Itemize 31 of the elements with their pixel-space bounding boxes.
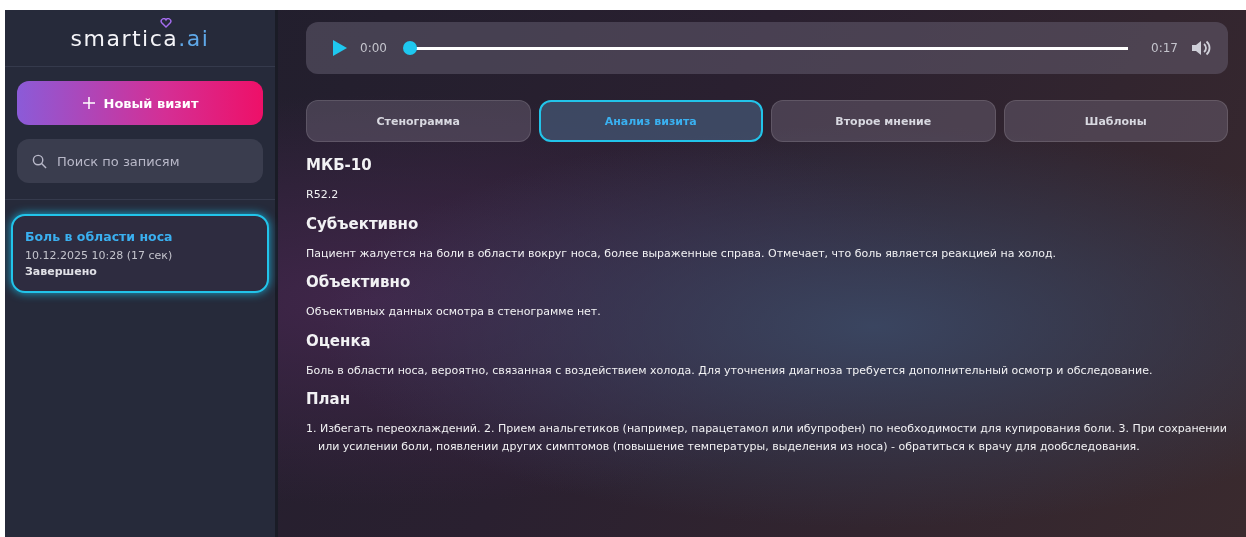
new-visit-button[interactable]: Новый визит <box>17 81 263 125</box>
section-heading: Оценка <box>306 331 372 350</box>
visit-date: 10.12.2025 10:28 (17 сек) <box>25 249 174 262</box>
tab[interactable]: Шаблоны <box>1003 100 1228 142</box>
heart-icon <box>159 17 172 28</box>
section-heading: МКБ-10 <box>306 156 373 174</box>
tab[interactable]: Стенограмма <box>306 100 531 142</box>
progress-thumb[interactable] <box>402 41 417 55</box>
play-icon[interactable] <box>332 39 348 57</box>
visit-card[interactable]: Боль в области носа 10.12.2025 10:28 (17 сек) Завершено <box>11 214 269 293</box>
section-text: Боль в области носа, вероятно, связанная с воздействием холода. Для уточнения диагноза требуется дополнительный осмотр и обследование. <box>306 362 1154 379</box>
logo-text: smartica <box>70 25 179 51</box>
tab[interactable]: Второе мнение <box>771 100 996 142</box>
current-time: 0:00 <box>360 41 387 55</box>
volume-icon[interactable] <box>1190 38 1212 58</box>
section-text: R52.2 <box>306 187 340 203</box>
logo-suffix: .ai <box>178 25 210 51</box>
duration-time: 0:17 <box>1151 41 1178 55</box>
section-heading: Субъективно <box>306 214 420 233</box>
search-field[interactable]: Поиск по записям <box>17 139 263 183</box>
section-text: Пациент жалуется на боли в области вокруг носа, более выраженные справа. Отмечает, что боль является реакцией на холод. <box>306 245 1057 262</box>
tab[interactable]: Анализ визита <box>538 100 763 142</box>
search-icon <box>32 153 47 169</box>
visit-status: Завершено <box>25 265 98 278</box>
visit-title: Боль в области носа <box>25 229 174 244</box>
section-heading: План <box>306 390 352 409</box>
plus-icon <box>81 96 96 110</box>
section-text: Объективных данных осмотра в стенограмме нет. <box>306 304 602 321</box>
search-input[interactable]: Поиск по записям <box>55 152 248 170</box>
section-heading: Объективно <box>306 273 412 292</box>
section-text: 1. Избегать переохлаждений. 2. Прием анальгетиков (например, парацетамол или ибупрофен) по необходимости для купирования боли. 3. При сохранении или усилении боли, появлении других симптомов (повышение температуры, выделения из носа) - обратиться к врачу для дообследования. <box>306 421 1228 455</box>
